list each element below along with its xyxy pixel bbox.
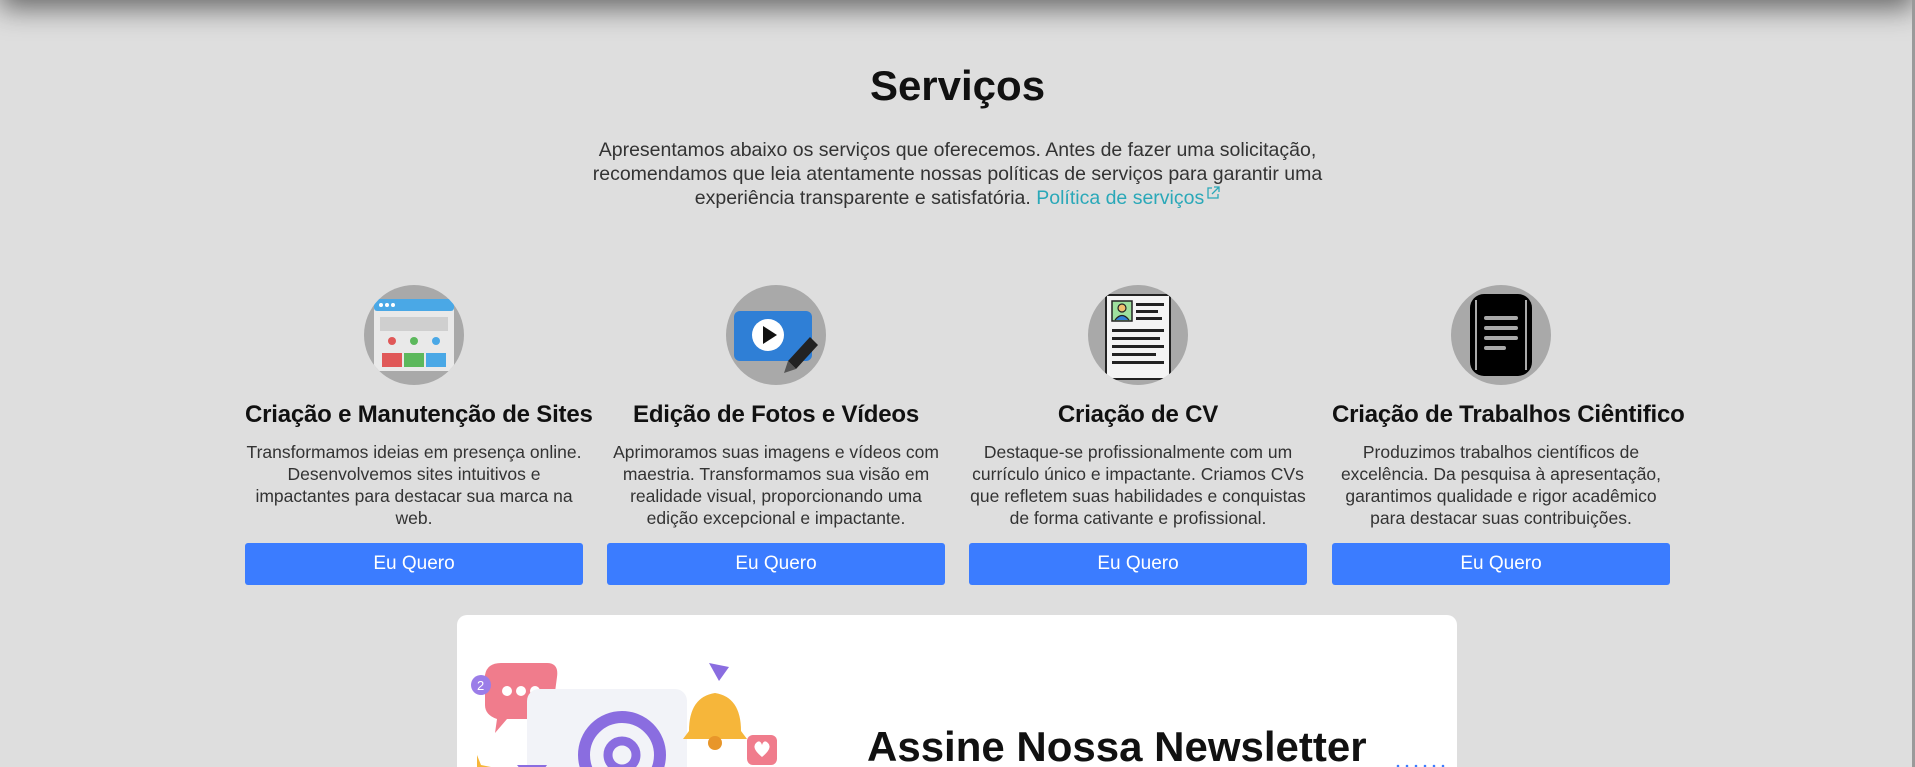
eu-quero-button[interactable]: Eu Quero xyxy=(245,543,583,585)
newsletter-card: 2 Assine Nossa Newsletter xyxy=(457,615,1457,767)
svg-text:2: 2 xyxy=(477,678,484,693)
service-description: Transformamos ideias em presença online.… xyxy=(246,442,582,528)
section-intro: Apresentamos abaixo os serviços que ofer… xyxy=(590,138,1325,210)
service-card-sites: Criação e Manutenção de Sites Transforma… xyxy=(245,285,593,585)
resume-icon xyxy=(1088,285,1188,385)
newsletter-illustration: 2 xyxy=(471,663,777,767)
service-title: Edição de Fotos e Vídeos xyxy=(633,401,919,428)
website-icon xyxy=(364,285,464,385)
service-description: Produzimos trabalhos científicos de exce… xyxy=(1340,442,1662,528)
eu-quero-button[interactable]: Eu Quero xyxy=(1332,543,1670,585)
services-grid: Criação e Manutenção de Sites Transforma… xyxy=(245,285,1685,585)
eu-quero-button[interactable]: Eu Quero xyxy=(969,543,1307,585)
service-description: Aprimoramos suas imagens e vídeos com ma… xyxy=(613,442,939,528)
service-description: Destaque-se profissionalmente com um cur… xyxy=(970,442,1306,528)
services-page: Serviços Apresentamos abaixo os serviços… xyxy=(0,0,1915,767)
service-card-scientific: Criação de Trabalhos Ciêntifico Produzim… xyxy=(1332,285,1685,585)
external-link-icon xyxy=(1207,186,1220,199)
service-title: Criação de CV xyxy=(1057,401,1219,428)
service-title: Criação de Trabalhos Ciêntifico xyxy=(1332,401,1685,428)
eu-quero-button[interactable]: Eu Quero xyxy=(607,543,945,585)
video-edit-icon xyxy=(726,285,826,385)
service-title: Criação e Manutenção de Sites xyxy=(245,401,593,428)
policy-link-label: Política de serviços xyxy=(1036,187,1205,209)
service-card-photo-video: Edição de Fotos e Vídeos Aprimoramos sua… xyxy=(607,285,945,585)
document-icon xyxy=(1451,285,1551,385)
decorative-dots xyxy=(1396,764,1445,767)
section-title: Serviços xyxy=(869,62,1046,109)
newsletter-title: Assine Nossa Newsletter xyxy=(867,723,1367,767)
policy-link[interactable]: Política de serviços xyxy=(1036,186,1220,209)
service-card-cv: Criação de CV Destaque-se profissionalme… xyxy=(969,285,1307,585)
